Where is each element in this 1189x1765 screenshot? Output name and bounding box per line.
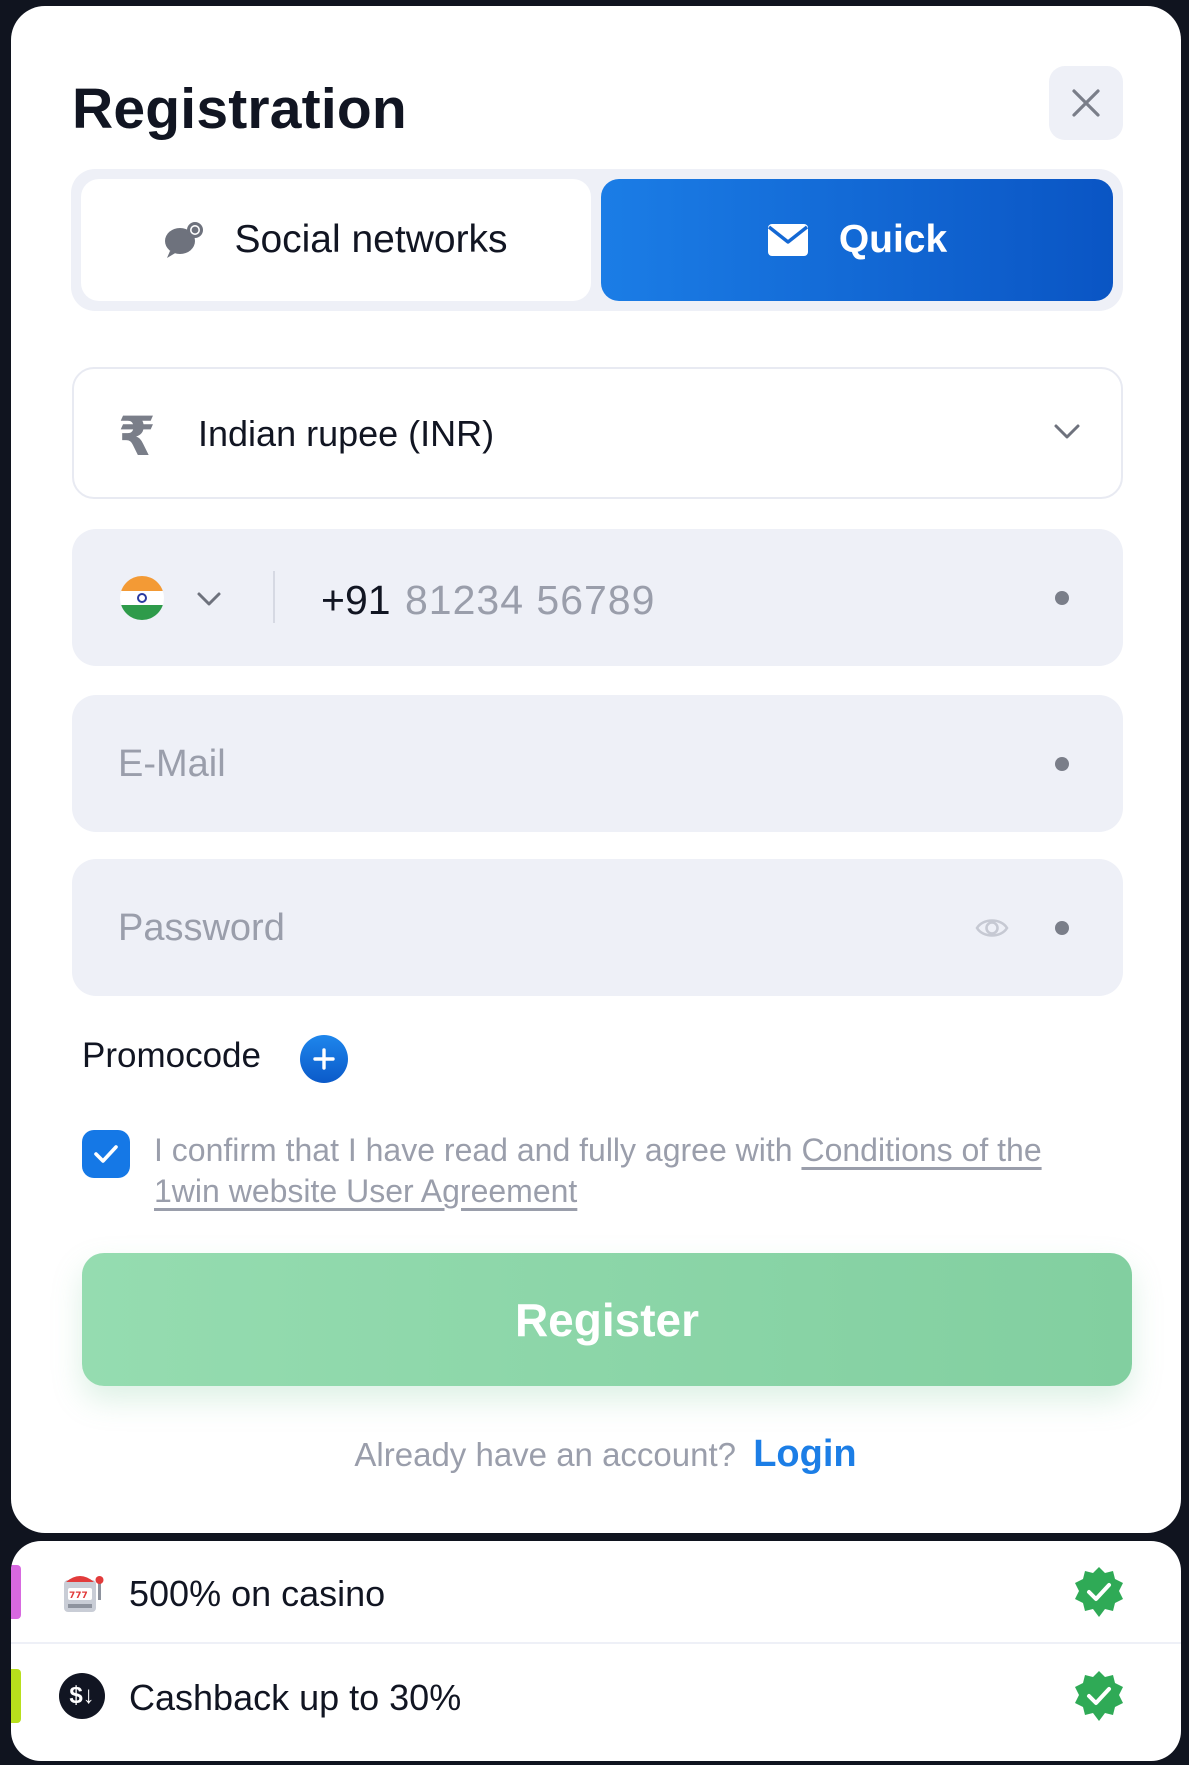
login-prompt: Already have an account? Login: [11, 1433, 1189, 1476]
svg-text:777: 777: [69, 1591, 88, 1601]
chat-bubble-icon: [164, 221, 204, 259]
required-indicator: [1055, 921, 1069, 935]
list-item: $↓ Cashback up to 30%: [11, 1645, 1181, 1748]
plus-icon: [313, 1048, 335, 1070]
bonus-label: 500% on casino: [129, 1573, 386, 1614]
chevron-down-icon: [1054, 424, 1080, 439]
email-placeholder: E-Mail: [118, 743, 226, 785]
tab-quick[interactable]: Quick: [601, 179, 1113, 301]
verified-badge-icon: [1071, 1669, 1127, 1730]
agreement-text-prefix: I confirm that I have read and fully agr…: [154, 1132, 802, 1168]
country-chevron-down-icon[interactable]: [196, 591, 222, 607]
dollar-cashback-glyph: $↓: [59, 1673, 105, 1719]
registration-modal: Registration Social networks Quick ₹ Ind…: [11, 6, 1181, 1533]
bonus-list: 777 500% on casino $↓ Cashback up to 30%: [11, 1541, 1181, 1761]
phone-field: +91 81234 56789: [72, 529, 1123, 666]
phone-input[interactable]: 81234 56789: [405, 577, 655, 624]
accent-bar: [11, 1565, 21, 1619]
agreement-text: I confirm that I have read and fully agr…: [154, 1130, 1094, 1212]
envelope-icon: [767, 223, 809, 257]
required-indicator: [1055, 757, 1069, 771]
show-password-eye-icon[interactable]: [975, 911, 1009, 945]
password-field[interactable]: Password: [72, 859, 1123, 996]
email-field[interactable]: E-Mail: [72, 695, 1123, 832]
slot-machine-icon: 777: [57, 1567, 107, 1617]
agreement-checkbox[interactable]: [82, 1130, 130, 1178]
checkmark-icon: [94, 1145, 118, 1163]
promocode-label[interactable]: Promocode: [82, 1036, 261, 1076]
login-prompt-text: Already have an account?: [354, 1436, 737, 1473]
registration-method-tabs: Social networks Quick: [71, 169, 1123, 311]
close-icon: [1072, 89, 1100, 117]
password-placeholder: Password: [118, 907, 285, 949]
field-divider: [273, 571, 275, 623]
add-promocode-button[interactable]: [300, 1035, 348, 1083]
required-indicator: [1055, 591, 1069, 605]
phone-country-code: +91: [321, 577, 391, 623]
modal-title: Registration: [72, 77, 407, 141]
close-button[interactable]: [1049, 66, 1123, 140]
tab-social-networks[interactable]: Social networks: [81, 179, 591, 301]
verified-badge-icon: [1071, 1565, 1127, 1626]
india-flag-icon[interactable]: [120, 576, 164, 620]
accent-bar: [11, 1669, 21, 1723]
register-button[interactable]: Register: [82, 1253, 1132, 1386]
tab-quick-label: Quick: [838, 218, 948, 261]
list-item: 777 500% on casino: [11, 1541, 1181, 1644]
currency-select[interactable]: ₹ Indian rupee (INR): [72, 367, 1123, 499]
currency-selected-value: Indian rupee (INR): [198, 413, 495, 454]
dollar-cashback-icon: $↓: [57, 1671, 107, 1721]
bonus-label: Cashback up to 30%: [129, 1677, 462, 1718]
tab-social-networks-label: Social networks: [234, 218, 508, 261]
rupee-icon: ₹: [118, 405, 156, 468]
login-link[interactable]: Login: [753, 1433, 856, 1475]
